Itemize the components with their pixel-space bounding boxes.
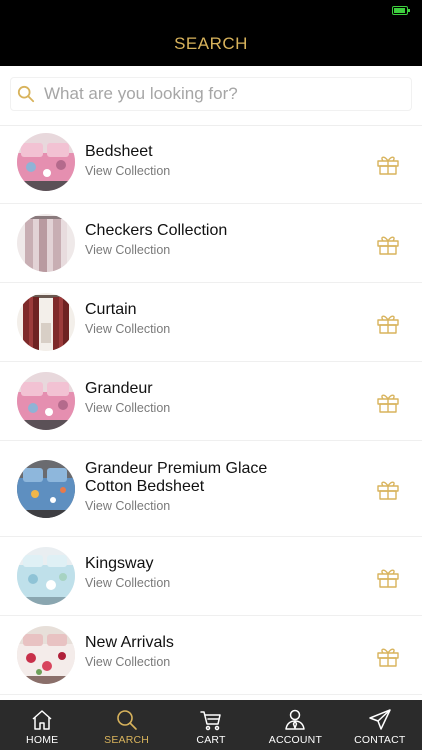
- list-item[interactable]: Kingsway View Collection: [0, 537, 422, 616]
- gift-icon[interactable]: [376, 391, 400, 413]
- page-title: SEARCH: [174, 34, 248, 53]
- list-item[interactable]: Grandeur Premium Glace Cotton Bedsheet V…: [0, 441, 422, 537]
- list-item[interactable]: Checkers Collection View Collection: [0, 204, 422, 283]
- tab-home-label: HOME: [26, 734, 59, 746]
- search-section: [0, 66, 422, 126]
- list-item-subtitle: View Collection: [85, 164, 171, 178]
- tab-contact[interactable]: CONTACT: [338, 700, 422, 750]
- gift-icon[interactable]: [376, 566, 400, 588]
- list-item-title: Kingsway: [85, 555, 154, 572]
- bedsheet-thumbnail: [17, 133, 75, 191]
- list-item-subtitle: View Collection: [85, 322, 171, 336]
- tab-search-label: SEARCH: [104, 734, 150, 746]
- list-item-title: Bedsheet: [85, 143, 153, 160]
- list-item-title: Grandeur: [85, 380, 153, 397]
- list-item[interactable]: Curtain View Collection: [0, 283, 422, 362]
- tab-search[interactable]: SEARCH: [84, 700, 168, 750]
- paper-plane-icon: [369, 709, 391, 730]
- list-item-subtitle: View Collection: [85, 655, 171, 669]
- collection-list: Bedsheet View Collection Checkers Collec…: [0, 126, 422, 695]
- tab-home[interactable]: HOME: [0, 700, 84, 750]
- list-item-title: Grandeur Premium Glace Cotton Bedsheet: [85, 460, 268, 495]
- list-item[interactable]: Grandeur View Collection: [0, 362, 422, 441]
- list-item-title: Curtain: [85, 301, 137, 318]
- tab-cart-label: CART: [196, 734, 226, 746]
- tab-account[interactable]: ACCOUNT: [253, 700, 337, 750]
- tab-account-label: ACCOUNT: [268, 734, 323, 746]
- gift-icon[interactable]: [376, 153, 400, 175]
- list-item-subtitle: View Collection: [85, 243, 171, 257]
- header: SEARCH: [0, 22, 422, 66]
- list-item-title: Checkers Collection: [85, 222, 228, 239]
- list-item-title: New Arrivals: [85, 634, 174, 651]
- gift-icon[interactable]: [376, 312, 400, 334]
- new-arrivals-thumbnail: [17, 626, 75, 684]
- list-item[interactable]: New Arrivals View Collection: [0, 616, 422, 695]
- status-bar: [0, 0, 422, 22]
- search-input[interactable]: [44, 84, 384, 104]
- search-icon: [116, 710, 137, 730]
- curtain-thumbnail: [17, 293, 75, 351]
- account-icon: [285, 709, 306, 730]
- home-icon: [32, 710, 52, 730]
- list-item-subtitle: View Collection: [85, 499, 171, 513]
- gift-icon[interactable]: [376, 233, 400, 255]
- gift-icon[interactable]: [376, 478, 400, 500]
- grandeur-thumbnail: [17, 372, 75, 430]
- battery-icon: [392, 6, 410, 15]
- search-icon: [17, 85, 35, 103]
- tab-contact-label: CONTACT: [354, 734, 406, 746]
- checkers-collection-thumbnail: [17, 214, 75, 272]
- grandeur-premium-thumbnail: [17, 460, 75, 518]
- gift-icon[interactable]: [376, 645, 400, 667]
- kingsway-thumbnail: [17, 547, 75, 605]
- cart-icon: [200, 711, 221, 731]
- search-box[interactable]: [10, 77, 412, 111]
- list-item-subtitle: View Collection: [85, 576, 171, 590]
- tab-bar: HOME SEARCH CART ACCOUNT CONTACT: [0, 700, 422, 750]
- tab-cart[interactable]: CART: [169, 700, 253, 750]
- list-item-subtitle: View Collection: [85, 401, 171, 415]
- list-item[interactable]: Bedsheet View Collection: [0, 126, 422, 204]
